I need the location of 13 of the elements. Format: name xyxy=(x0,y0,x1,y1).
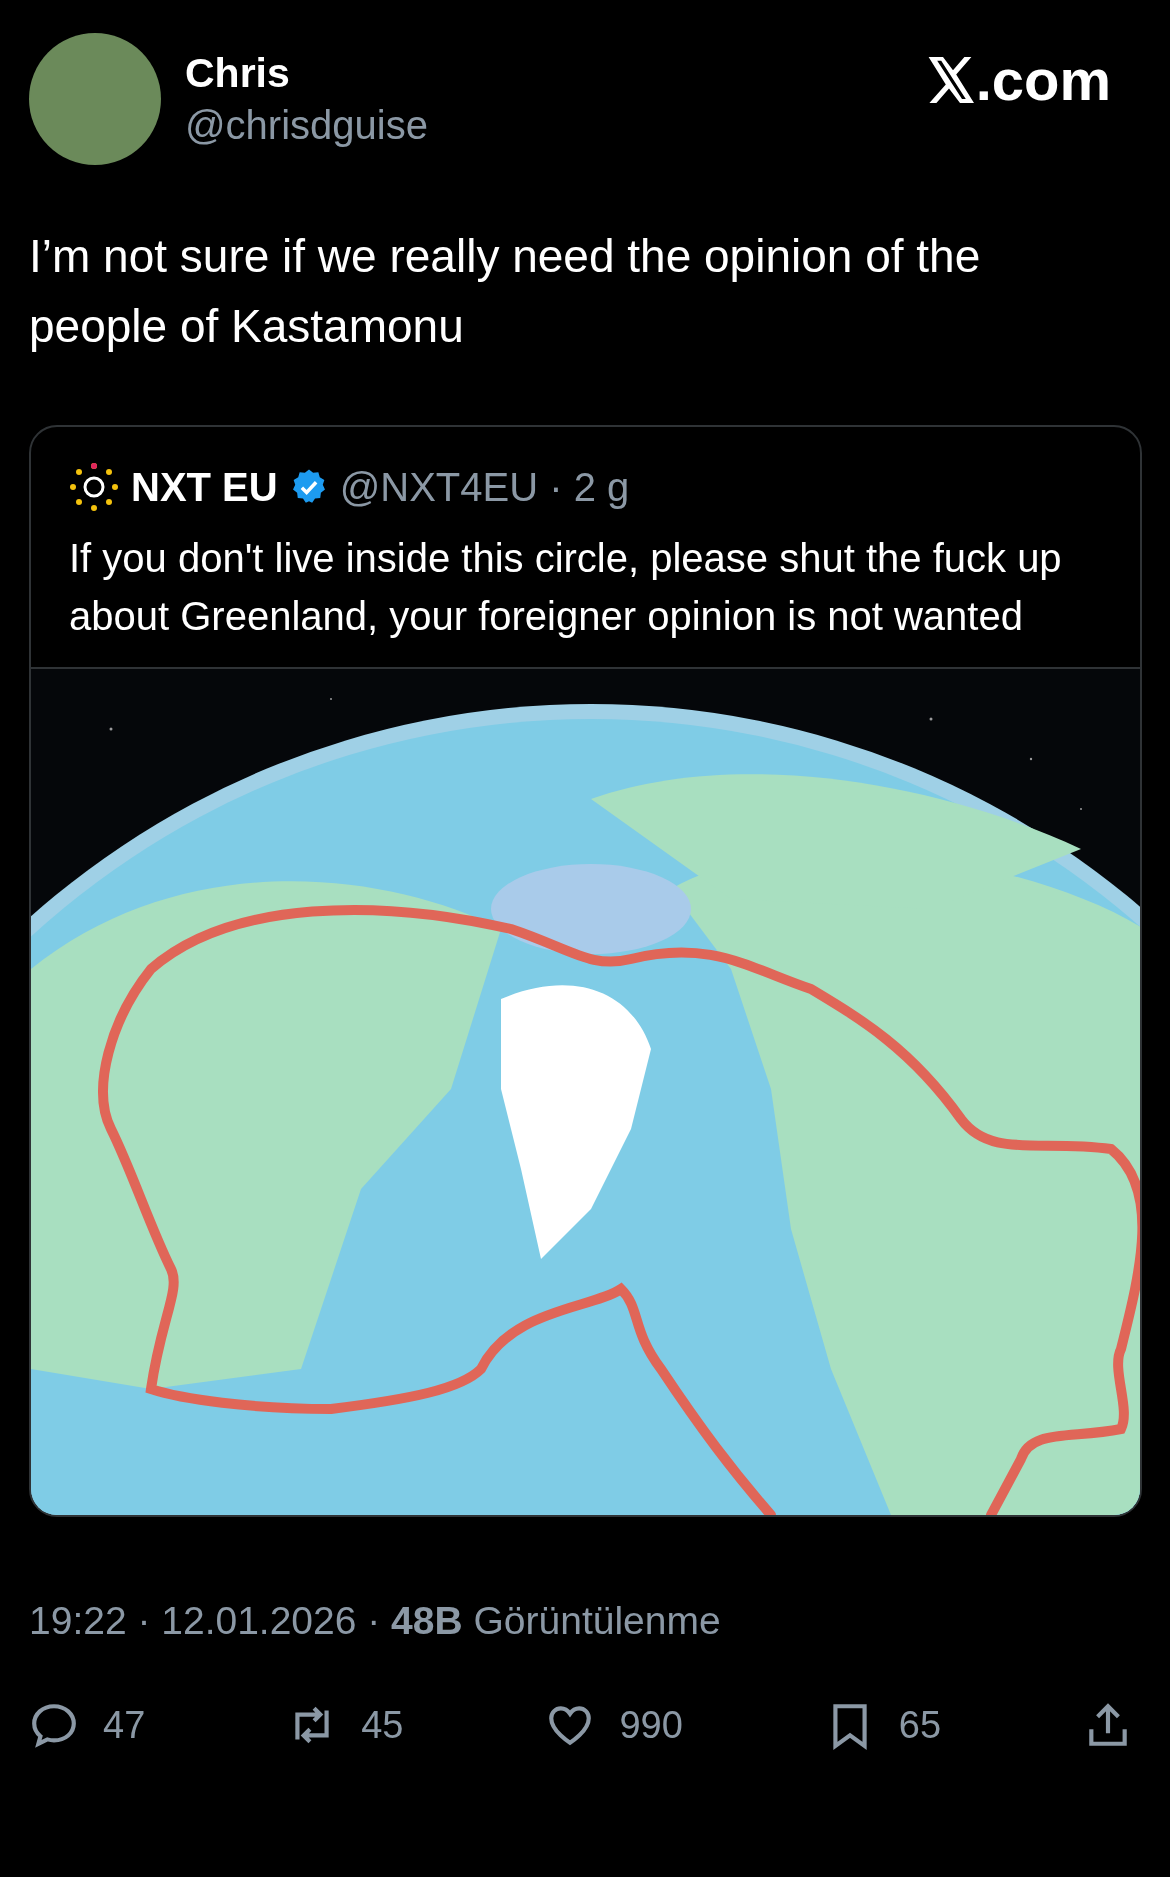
brand-text: .com xyxy=(975,51,1111,109)
bookmark-button[interactable]: 65 xyxy=(824,1696,942,1754)
quoted-post-card[interactable]: NXT EU @NXT4EU · 2 g If you don't live inside this circle, please shut the fuck up about Greenland, your foreigner opinion is not wanted xyxy=(29,425,1142,1517)
quoted-post-text: If you don't live inside this circle, please shut the fuck up about Greenland, your foreigner opinion is not wanted xyxy=(69,535,1063,640)
quoted-author-name: NXT EU xyxy=(131,464,278,511)
quoted-handle-and-age: @NXT4EU · 2 g xyxy=(339,464,630,511)
repost-button[interactable]: 45 xyxy=(287,1696,404,1754)
author-name: Chris xyxy=(185,49,291,98)
post-text: I’m not sure if we really need the opinion of the people of Kastamonu xyxy=(29,229,982,354)
timestamp-line: 19:22 · 12.01.2026 · 48B Görüntülenme xyxy=(29,1598,722,1644)
author-handle: @chrisdguise xyxy=(185,102,428,149)
like-button[interactable]: 990 xyxy=(545,1696,683,1754)
reply-button[interactable]: 47 xyxy=(29,1696,146,1754)
